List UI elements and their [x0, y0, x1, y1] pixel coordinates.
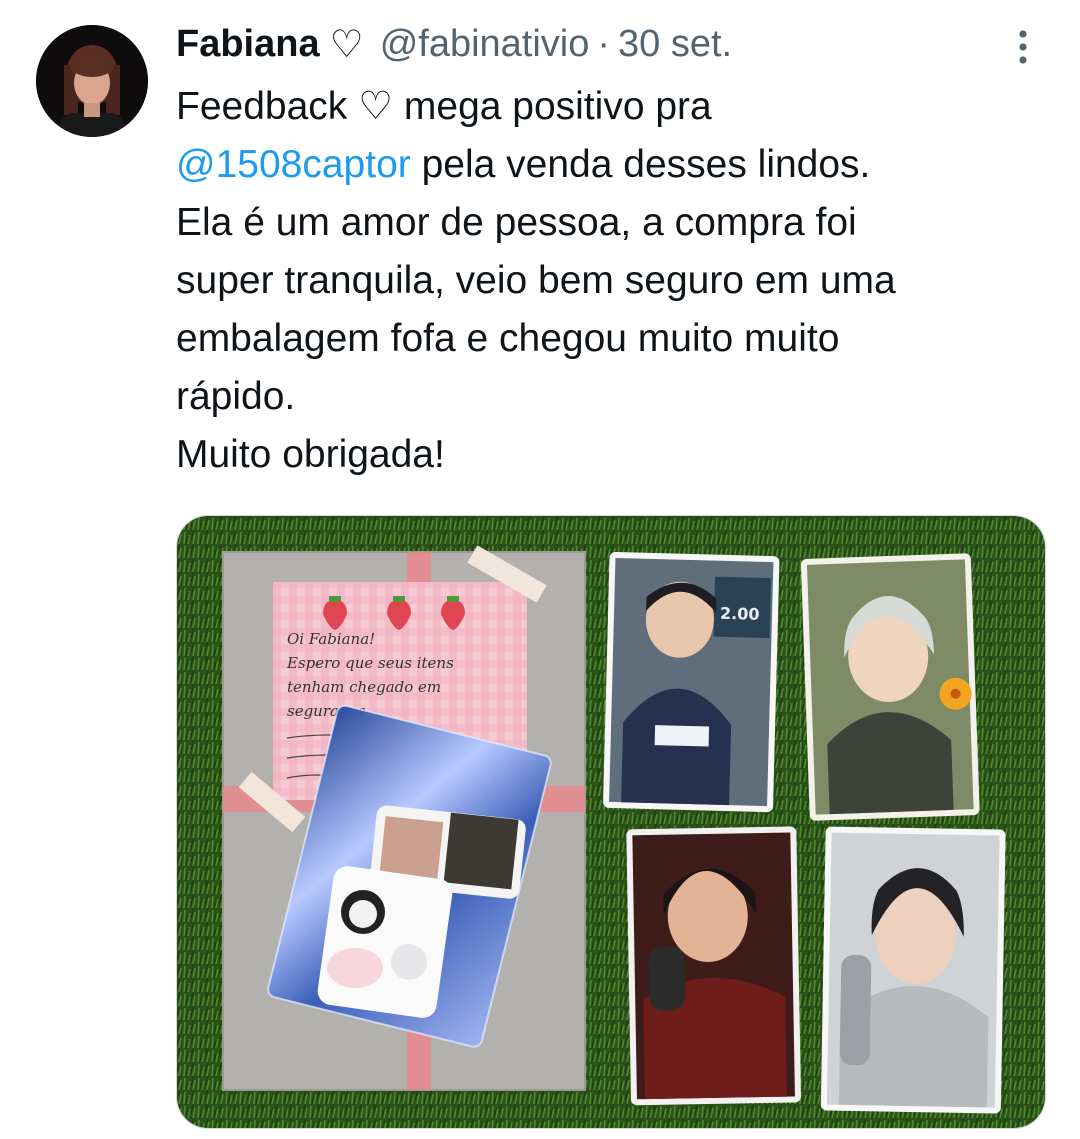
- author-display-name[interactable]: Fabiana: [176, 23, 320, 66]
- tweet-text-line: Feedback ♡ mega positivo pra: [176, 85, 712, 128]
- avatar[interactable]: [36, 25, 148, 137]
- header-separator: ·: [597, 22, 611, 65]
- tweet[interactable]: Fabiana ♡ @fabinativio · 30 set. Feedbac…: [0, 0, 1080, 1139]
- avatar-image: [36, 25, 148, 137]
- note-line: tenham chegado em: [287, 678, 441, 696]
- more-options-button[interactable]: [1008, 24, 1038, 70]
- tweet-text-line: Muito obrigada!: [176, 433, 445, 476]
- note-line: Oi Fabiana!: [287, 630, 375, 648]
- author-name-emoji: ♡: [329, 23, 364, 66]
- tweet-text-line: @1508captor pela venda desses lindos.: [176, 136, 1056, 194]
- tweet-text: Feedback ♡ mega positivo pra @1508captor…: [176, 78, 1056, 484]
- tweet-text-fragment: pela venda desses lindos.: [410, 143, 871, 186]
- author-handle[interactable]: @fabinativio: [380, 23, 590, 66]
- tweet-date[interactable]: 30 set.: [618, 23, 732, 66]
- tweet-text-line: rápido.: [176, 375, 296, 418]
- tweet-text-line: Ela é um amor de pessoa, a compra foi: [176, 201, 857, 244]
- vertical-ellipsis-icon: [1019, 30, 1027, 64]
- photo-image: Oi Fabiana! Espero que seus itens tenham…: [177, 516, 1045, 1128]
- tweet-text-line: embalagem fofa e chegou muito muito: [176, 317, 840, 360]
- tweet-photo[interactable]: Oi Fabiana! Espero que seus itens tenham…: [176, 515, 1046, 1129]
- tweet-header: Fabiana ♡ @fabinativio · 30 set.: [176, 18, 732, 70]
- note-line: Espero que seus itens: [286, 654, 454, 672]
- tweet-text-line: super tranquila, veio bem seguro em uma: [176, 259, 896, 302]
- mention-link[interactable]: @1508captor: [176, 143, 411, 186]
- card-label: 2.00: [720, 604, 760, 624]
